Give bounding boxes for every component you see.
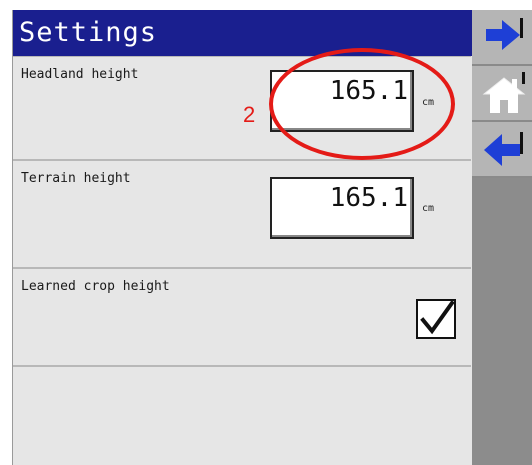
settings-panel: Settings Headland height 165.1 cm Terrai… bbox=[12, 10, 473, 465]
headland-height-label: Headland height bbox=[21, 67, 139, 82]
terrain-height-unit: cm bbox=[422, 203, 435, 214]
back-button[interactable] bbox=[472, 122, 532, 178]
learned-crop-height-label: Learned crop height bbox=[21, 279, 170, 294]
terrain-height-row: Terrain height 165.1 cm bbox=[13, 160, 471, 268]
sidebar bbox=[472, 10, 532, 465]
arrow-right-icon bbox=[486, 18, 523, 50]
terrain-height-input[interactable]: 165.1 bbox=[270, 177, 414, 239]
arrow-left-icon bbox=[484, 132, 523, 166]
annotation-number: 2 bbox=[243, 102, 256, 127]
empty-row bbox=[13, 366, 471, 465]
next-button[interactable] bbox=[472, 10, 532, 66]
annotation-ellipse bbox=[269, 48, 455, 160]
terrain-height-value: 165.1 bbox=[329, 183, 408, 213]
page-title: Settings bbox=[13, 10, 473, 56]
screen: Settings Headland height 165.1 cm Terrai… bbox=[0, 0, 532, 465]
learned-crop-height-row: Learned crop height bbox=[13, 268, 471, 366]
terrain-height-label: Terrain height bbox=[21, 171, 131, 186]
checkmark-icon bbox=[420, 301, 454, 335]
home-icon bbox=[482, 72, 526, 113]
learned-crop-height-checkbox[interactable] bbox=[416, 299, 456, 339]
home-button[interactable] bbox=[472, 66, 532, 122]
